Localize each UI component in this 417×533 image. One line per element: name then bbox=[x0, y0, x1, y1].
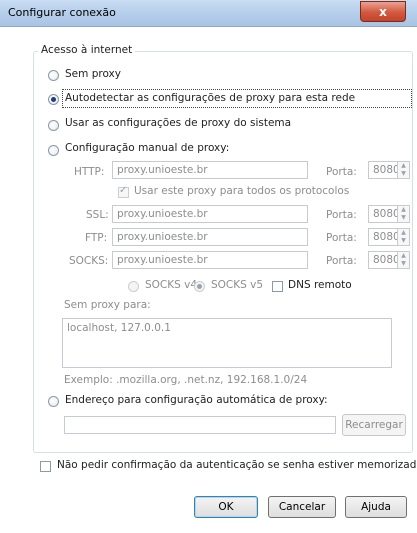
reload-button[interactable]: Recarregar bbox=[342, 414, 406, 436]
group-legend: Acesso à internet bbox=[38, 44, 136, 56]
ssl-port-label: Porta: bbox=[326, 209, 357, 221]
no-proxy-example: Exemplo: .mozilla.org, .net.nz, 192.168.… bbox=[64, 374, 308, 386]
http-port-label: Porta: bbox=[326, 166, 357, 178]
socks-host-field[interactable]: proxy.unioeste.br bbox=[112, 251, 308, 269]
radio-manual-proxy-label[interactable]: Configuração manual de proxy: bbox=[65, 142, 229, 154]
radio-no-proxy-label[interactable]: Sem proxy bbox=[65, 68, 121, 80]
radio-auto-config-url-label[interactable]: Endereço para configuração automática de… bbox=[65, 394, 328, 406]
radio-system-proxy[interactable] bbox=[48, 120, 59, 131]
auto-config-url-field[interactable] bbox=[64, 416, 336, 434]
radio-auto-detect[interactable] bbox=[48, 94, 59, 105]
radio-auto-detect-label[interactable]: Autodetectar as configurações de proxy p… bbox=[65, 92, 355, 104]
ftp-port-label: Porta: bbox=[326, 232, 357, 244]
remote-dns-label: DNS remoto bbox=[288, 279, 352, 291]
radio-system-proxy-label[interactable]: Usar as configurações de proxy do sistem… bbox=[65, 117, 291, 129]
ssl-host-field[interactable]: proxy.unioeste.br bbox=[112, 205, 308, 223]
http-host-field[interactable]: proxy.unioeste.br bbox=[112, 161, 308, 179]
close-button[interactable]: x bbox=[360, 1, 406, 22]
socks-v5-label: SOCKS v5 bbox=[211, 279, 264, 291]
ftp-port-field[interactable]: 8080 bbox=[368, 228, 398, 246]
no-proxy-for-textarea[interactable]: localhost, 127.0.0.1 bbox=[62, 318, 392, 368]
ftp-port-spinner[interactable]: ▲ ▼ bbox=[397, 228, 410, 246]
window-title: Configurar conexão bbox=[8, 6, 116, 19]
radio-auto-config-url[interactable] bbox=[48, 396, 59, 407]
no-auth-prompt-label: Não pedir confirmação da autenticação se… bbox=[57, 459, 417, 471]
help-button[interactable]: Ajuda bbox=[345, 496, 407, 518]
radio-socks-v4[interactable] bbox=[128, 281, 139, 292]
ok-button[interactable]: OK bbox=[194, 496, 258, 518]
socks-port-field[interactable]: 8080 bbox=[368, 251, 398, 269]
checkmark-icon: ✓ bbox=[119, 185, 128, 196]
remote-dns-checkbox[interactable] bbox=[272, 281, 283, 292]
close-icon: x bbox=[379, 4, 387, 19]
ssl-label: SSL: bbox=[86, 209, 109, 221]
no-proxy-for-label: Sem proxy para: bbox=[64, 299, 151, 311]
http-port-spinner[interactable]: ▲ ▼ bbox=[397, 161, 410, 179]
socks-port-label: Porta: bbox=[326, 255, 357, 267]
radio-no-proxy[interactable] bbox=[48, 70, 59, 81]
socks-port-spinner[interactable]: ▲ ▼ bbox=[397, 251, 410, 269]
ssl-port-field[interactable]: 8080 bbox=[368, 205, 398, 223]
socks-v4-label: SOCKS v4 bbox=[145, 279, 198, 291]
radio-socks-v5[interactable] bbox=[194, 281, 205, 292]
http-port-field[interactable]: 8080 bbox=[368, 161, 398, 179]
ftp-host-field[interactable]: proxy.unioeste.br bbox=[112, 228, 308, 246]
radio-manual-proxy[interactable] bbox=[48, 145, 59, 156]
http-label: HTTP: bbox=[74, 166, 105, 178]
ftp-label: FTP: bbox=[85, 232, 108, 244]
cancel-button[interactable]: Cancelar bbox=[268, 496, 336, 518]
socks-label: SOCKS: bbox=[69, 255, 109, 267]
same-proxy-checkbox[interactable]: ✓ bbox=[118, 185, 129, 198]
same-proxy-label: Usar este proxy para todos os protocolos bbox=[134, 185, 350, 197]
no-auth-prompt-checkbox[interactable] bbox=[40, 461, 51, 472]
ssl-port-spinner[interactable]: ▲ ▼ bbox=[397, 205, 410, 223]
